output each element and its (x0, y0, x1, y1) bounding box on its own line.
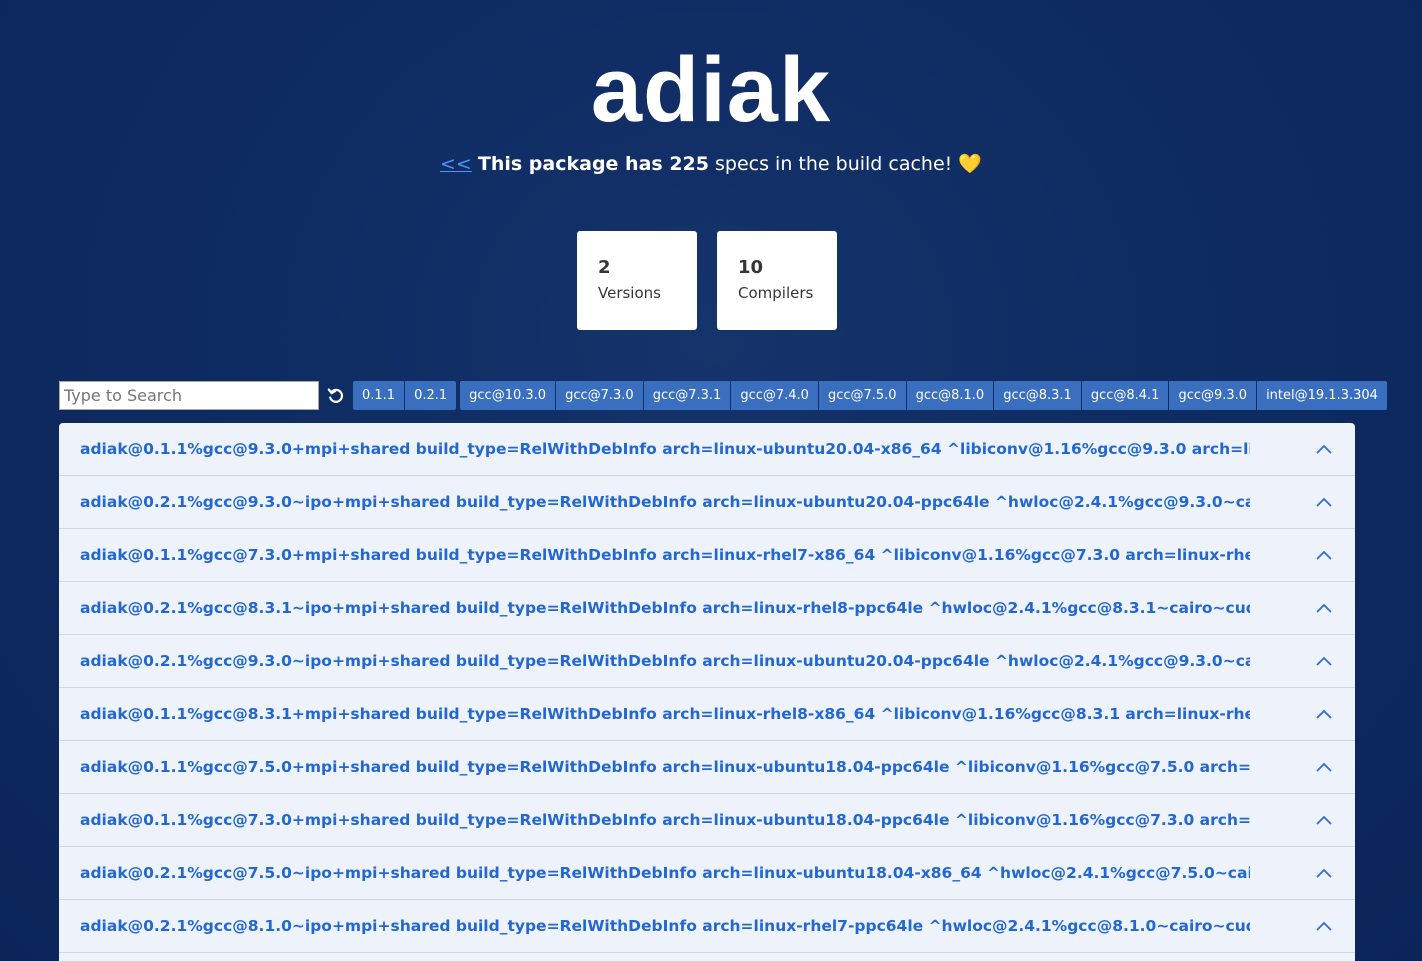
spec-row[interactable]: adiak@0.2.1%gcc@9.3.0~ipo+mpi+shared bui… (59, 635, 1355, 688)
spec-text: adiak@0.2.1%gcc@9.3.0~ipo+mpi+shared bui… (80, 493, 1250, 511)
version-filters: 0.1.1 0.2.1 (353, 381, 457, 410)
spec-list: adiak@0.1.1%gcc@9.3.0+mpi+shared build_t… (59, 423, 1355, 961)
page-title: adiak (590, 39, 832, 141)
filter-compiler-gcc-7-5-0[interactable]: gcc@7.5.0 (818, 381, 906, 410)
compiler-filters: gcc@10.3.0 gcc@7.3.0 gcc@7.3.1 gcc@7.4.0… (460, 381, 1387, 410)
spec-row[interactable]: adiak@0.1.1%gcc@7.3.0+mpi+shared build_t… (59, 529, 1355, 582)
spec-text: adiak@0.2.1%gcc@9.3.0~ipo+mpi+shared bui… (80, 652, 1250, 670)
subtitle-text: specs in the build cache! (708, 153, 959, 175)
spec-text: adiak@0.2.1%gcc@8.1.0~ipo+mpi+shared bui… (80, 917, 1250, 935)
filter-compiler-intel-19-1-3-304[interactable]: intel@19.1.3.304 (1257, 381, 1387, 410)
search-input[interactable] (59, 381, 319, 410)
compilers-label: Compilers (738, 284, 814, 302)
versions-label: Versions (598, 284, 661, 302)
chevron-up-icon[interactable] (1315, 495, 1333, 509)
chevron-up-icon[interactable] (1315, 760, 1333, 774)
chevron-up-icon[interactable] (1315, 813, 1333, 827)
spec-row[interactable]: adiak@0.1.1%gcc@8.3.1+mpi+shared build_t… (59, 688, 1355, 741)
chevron-up-icon[interactable] (1315, 442, 1333, 456)
spec-count-text: This package has 225 (477, 153, 709, 175)
spec-text: adiak@0.1.1%gcc@8.3.1+mpi+shared build_t… (80, 705, 1250, 723)
filter-compiler-gcc-8-1-0[interactable]: gcc@8.1.0 (906, 381, 994, 410)
spec-row[interactable]: adiak@0.1.1%gcc@7.5.0+mpi+shared build_t… (59, 741, 1355, 794)
spec-row[interactable]: adiak@0.2.1%gcc@8.3.1~ipo+mpi+shared bui… (59, 582, 1355, 635)
chevron-up-icon[interactable] (1315, 654, 1333, 668)
yellow-heart-icon: 💛 (958, 153, 982, 175)
page-subtitle: << This package has 225 specs in the bui… (0, 150, 1422, 178)
spec-text: adiak@0.1.1%gcc@9.3.0+mpi+shared build_t… (80, 440, 1250, 458)
spec-row[interactable]: adiak@0.2.1%gcc@9.3.0~ipo+mpi+shared bui… (59, 476, 1355, 529)
chevron-up-icon[interactable] (1315, 866, 1333, 880)
spec-row[interactable]: adiak@0.2.1%gcc@7.5.0~ipo+mpi+shared bui… (59, 847, 1355, 900)
spec-row[interactable]: adiak@0.1.1%gcc@7.3.0+mpi+shared build_t… (59, 794, 1355, 847)
filter-version-0-1-1[interactable]: 0.1.1 (353, 381, 405, 410)
compilers-count: 10 (738, 257, 764, 278)
chevron-up-icon[interactable] (1315, 707, 1333, 721)
filter-version-0-2-1[interactable]: 0.2.1 (405, 381, 457, 410)
chevron-up-icon[interactable] (1315, 548, 1333, 562)
spec-text: adiak@0.2.1%gcc@8.3.1~ipo+mpi+shared bui… (80, 599, 1250, 617)
versions-card: 2 Versions (577, 231, 697, 330)
compilers-card: 10 Compilers (717, 231, 837, 330)
reset-icon[interactable] (319, 381, 353, 410)
filter-compiler-gcc-7-4-0[interactable]: gcc@7.4.0 (731, 381, 818, 410)
chevron-up-icon[interactable] (1315, 601, 1333, 615)
filter-compiler-gcc-8-4-1[interactable]: gcc@8.4.1 (1081, 381, 1169, 410)
filter-compiler-gcc-7-3-1[interactable]: gcc@7.3.1 (643, 381, 731, 410)
back-link[interactable]: << (440, 153, 472, 175)
filter-compiler-gcc-8-3-1[interactable]: gcc@8.3.1 (994, 381, 1081, 410)
stats-cards: 2 Versions 10 Compilers (577, 231, 837, 330)
spec-row[interactable] (59, 953, 1355, 961)
filter-compiler-gcc-10-3-0[interactable]: gcc@10.3.0 (460, 381, 556, 410)
filter-bar: 0.1.1 0.2.1 gcc@10.3.0 gcc@7.3.0 gcc@7.3… (59, 381, 1391, 410)
spec-row[interactable]: adiak@0.2.1%gcc@8.1.0~ipo+mpi+shared bui… (59, 900, 1355, 953)
filter-tags: 0.1.1 0.2.1 gcc@10.3.0 gcc@7.3.0 gcc@7.3… (353, 381, 1391, 410)
spec-text: adiak@0.1.1%gcc@7.3.0+mpi+shared build_t… (80, 811, 1250, 829)
spec-text: adiak@0.1.1%gcc@7.5.0+mpi+shared build_t… (80, 758, 1250, 776)
spec-text: adiak@0.2.1%gcc@7.5.0~ipo+mpi+shared bui… (80, 864, 1250, 882)
chevron-up-icon[interactable] (1315, 919, 1333, 933)
spec-text: adiak@0.1.1%gcc@7.3.0+mpi+shared build_t… (80, 546, 1250, 564)
versions-count: 2 (598, 257, 611, 278)
spec-row[interactable]: adiak@0.1.1%gcc@9.3.0+mpi+shared build_t… (59, 423, 1355, 476)
filter-compiler-gcc-9-3-0[interactable]: gcc@9.3.0 (1169, 381, 1257, 410)
filter-compiler-gcc-7-3-0[interactable]: gcc@7.3.0 (556, 381, 643, 410)
